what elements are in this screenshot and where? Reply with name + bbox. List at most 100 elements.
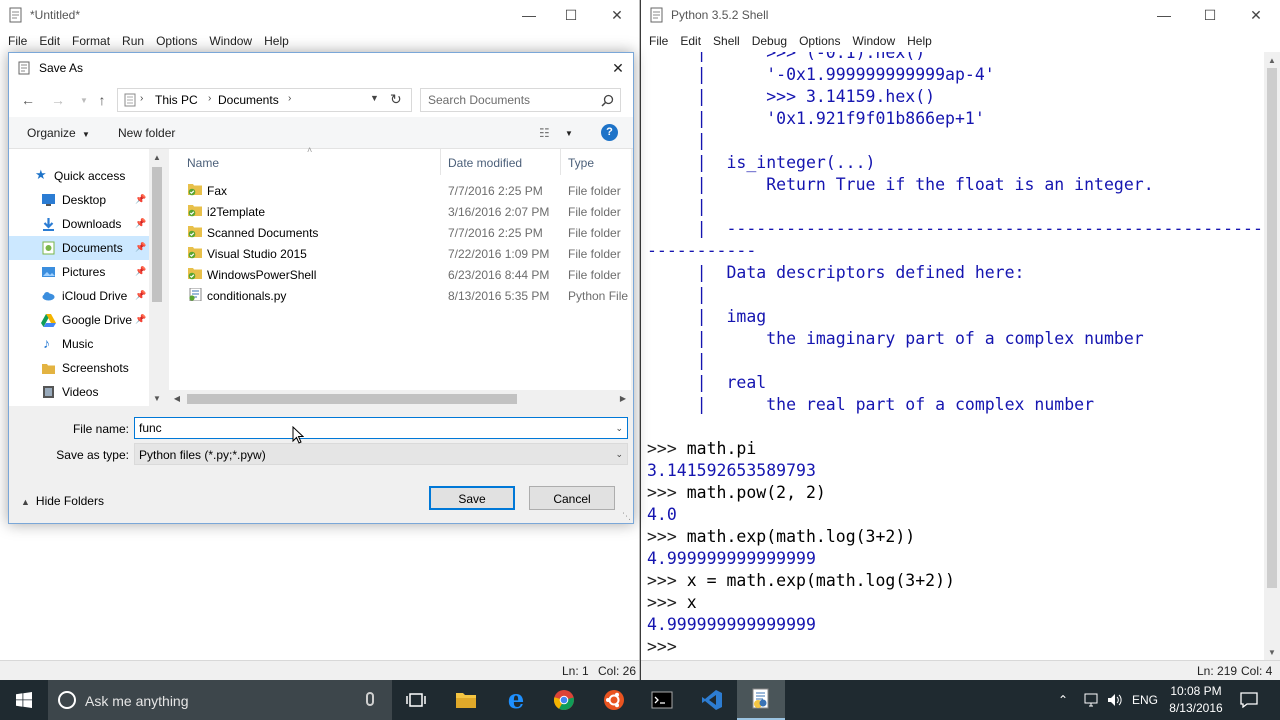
scrollbar-thumb[interactable] xyxy=(187,394,517,404)
view-options-icon[interactable]: ☷ xyxy=(539,126,550,140)
file-row[interactable]: WindowsPowerShell 6/23/2016 8:44 PM File… xyxy=(169,264,631,285)
nav-item-documents[interactable]: Documents 📌 xyxy=(9,236,149,260)
menu-edit[interactable]: Edit xyxy=(674,30,707,52)
menu-edit[interactable]: Edit xyxy=(33,30,66,52)
menu-run[interactable]: Run xyxy=(116,30,150,52)
organize-button[interactable]: Organize ▼ xyxy=(27,126,90,140)
taskbar-chrome[interactable] xyxy=(540,680,588,720)
file-name-input[interactable] xyxy=(135,418,605,438)
cortana-search-box[interactable]: Ask me anything xyxy=(48,680,392,720)
file-row[interactable]: Visual Studio 2015 7/22/2016 1:09 PM Fil… xyxy=(169,243,631,264)
help-icon[interactable]: ? xyxy=(601,124,618,141)
nav-item-music[interactable]: ♪ Music xyxy=(9,332,149,356)
scroll-down-arrow-icon[interactable]: ▼ xyxy=(149,390,165,406)
taskbar-ubuntu[interactable] xyxy=(590,680,638,720)
menu-help[interactable]: Help xyxy=(258,30,295,52)
menu-shell[interactable]: Shell xyxy=(707,30,746,52)
microphone-icon[interactable] xyxy=(366,692,374,706)
forward-arrow-icon[interactable]: → xyxy=(49,91,67,109)
nav-item-desktop[interactable]: Desktop 📌 xyxy=(9,188,149,212)
cancel-button[interactable]: Cancel xyxy=(529,486,615,510)
file-type: File folder xyxy=(568,268,621,282)
show-hidden-icons-chevron-icon[interactable]: ⌃ xyxy=(1058,680,1068,720)
nav-item-quick-access[interactable]: ★ Quick access xyxy=(9,164,149,188)
nav-item-screenshots[interactable]: Screenshots xyxy=(9,356,149,380)
menu-window[interactable]: Window xyxy=(846,30,901,52)
view-dropdown-icon[interactable]: ▼ xyxy=(565,129,573,138)
action-center-icon[interactable] xyxy=(1240,680,1258,720)
file-list-horizontal-scrollbar[interactable]: ◀ ▶ xyxy=(169,390,631,407)
maximize-button[interactable]: ☐ xyxy=(548,0,594,30)
address-bar[interactable]: › This PC › Documents › ▼ ↻ xyxy=(117,88,412,112)
up-arrow-icon[interactable]: ↑ xyxy=(93,91,111,109)
scroll-up-arrow-icon[interactable]: ▲ xyxy=(149,149,165,165)
system-clock[interactable]: 10:08 PM 8/13/2016 xyxy=(1164,683,1228,717)
menu-options[interactable]: Options xyxy=(150,30,203,52)
nav-item-pictures[interactable]: Pictures 📌 xyxy=(9,260,149,284)
nav-item-downloads[interactable]: Downloads 📌 xyxy=(9,212,149,236)
maximize-button[interactable]: ☐ xyxy=(1187,0,1233,30)
nav-scrollbar[interactable]: ▲ ▼ xyxy=(149,149,165,406)
file-row[interactable]: Scanned Documents 7/7/2016 2:25 PM File … xyxy=(169,222,631,243)
scroll-left-arrow-icon[interactable]: ◀ xyxy=(169,390,185,407)
save-as-type-select[interactable]: Python files (*.py;*.pyw) ⌄ xyxy=(134,443,628,465)
minimize-button[interactable]: — xyxy=(506,0,552,30)
menu-options[interactable]: Options xyxy=(793,30,846,52)
breadcrumb-this-pc[interactable]: This PC xyxy=(155,93,198,107)
cortana-search-placeholder: Ask me anything xyxy=(85,693,189,709)
shell-vertical-scrollbar[interactable]: ▲ ▼ xyxy=(1264,52,1280,660)
refresh-icon[interactable]: ↻ xyxy=(390,91,402,108)
shell-titlebar[interactable]: Python 3.5.2 Shell — ☐ ✕ xyxy=(641,0,1280,30)
address-dropdown-icon[interactable]: ▼ xyxy=(370,93,379,103)
scroll-up-arrow-icon[interactable]: ▲ xyxy=(1264,52,1280,68)
menu-debug[interactable]: Debug xyxy=(746,30,793,52)
taskbar-edge[interactable]: e xyxy=(492,680,540,720)
dialog-titlebar[interactable]: Save As ✕ xyxy=(9,53,633,83)
close-button[interactable]: ✕ xyxy=(594,0,640,30)
shell-output-area[interactable]: | >>> (-0.1).hex() | '-0x1.999999999999a… xyxy=(641,52,1264,660)
menu-file[interactable]: File xyxy=(2,30,33,52)
scrollbar-thumb[interactable] xyxy=(1267,68,1277,588)
back-arrow-icon[interactable]: ← xyxy=(19,91,37,109)
network-icon[interactable] xyxy=(1083,680,1101,720)
menu-file[interactable]: File xyxy=(643,30,674,52)
file-row[interactable]: Fax 7/7/2016 2:25 PM File folder xyxy=(169,180,631,201)
scroll-right-arrow-icon[interactable]: ▶ xyxy=(615,390,631,407)
column-header-type[interactable]: Type xyxy=(561,149,631,175)
search-icon[interactable] xyxy=(601,94,614,107)
recent-locations-chevron-icon[interactable]: ▼ xyxy=(75,91,93,109)
new-folder-button[interactable]: New folder xyxy=(118,126,175,140)
save-button[interactable]: Save xyxy=(429,486,515,510)
nav-item-videos[interactable]: Videos xyxy=(9,380,149,404)
volume-icon[interactable] xyxy=(1107,680,1125,720)
close-icon[interactable]: ✕ xyxy=(603,53,633,83)
resize-grip-icon[interactable]: ⋱ xyxy=(622,511,631,522)
menu-window[interactable]: Window xyxy=(203,30,258,52)
scrollbar-thumb[interactable] xyxy=(152,167,162,302)
scroll-down-arrow-icon[interactable]: ▼ xyxy=(1264,644,1280,660)
taskbar-file-explorer[interactable] xyxy=(442,680,490,720)
nav-item-google-drive[interactable]: Google Drive 📌 xyxy=(9,308,149,332)
file-row[interactable]: i2Template 3/16/2016 2:07 PM File folder xyxy=(169,201,631,222)
hide-folders-toggle[interactable]: ▲ Hide Folders xyxy=(21,494,104,508)
file-row[interactable]: conditionals.py 8/13/2016 5:35 PM Python… xyxy=(169,285,631,306)
close-button[interactable]: ✕ xyxy=(1233,0,1279,30)
start-button[interactable] xyxy=(0,680,48,720)
taskbar-python-idle[interactable] xyxy=(737,680,785,720)
search-input[interactable] xyxy=(421,89,596,111)
menu-format[interactable]: Format xyxy=(66,30,116,52)
taskbar-visual-studio[interactable] xyxy=(688,680,736,720)
editor-titlebar[interactable]: *Untitled* — ☐ ✕ xyxy=(0,0,639,30)
menu-help[interactable]: Help xyxy=(901,30,938,52)
column-header-date[interactable]: Date modified xyxy=(441,149,561,175)
line-indicator: Ln: 219 xyxy=(1197,664,1238,678)
file-name-dropdown-icon[interactable]: ⌄ xyxy=(615,423,623,434)
taskbar-command-prompt[interactable] xyxy=(638,680,686,720)
breadcrumb-documents[interactable]: Documents xyxy=(218,93,279,107)
task-view-button[interactable] xyxy=(392,680,440,720)
minimize-button[interactable]: — xyxy=(1141,0,1187,30)
language-indicator[interactable]: ENG xyxy=(1132,680,1158,720)
nav-item-icloud-drive[interactable]: iCloud Drive 📌 xyxy=(9,284,149,308)
column-header-name[interactable]: Name xyxy=(169,149,441,175)
shell-window: Python 3.5.2 Shell — ☐ ✕ File Edit Shell… xyxy=(641,0,1280,680)
